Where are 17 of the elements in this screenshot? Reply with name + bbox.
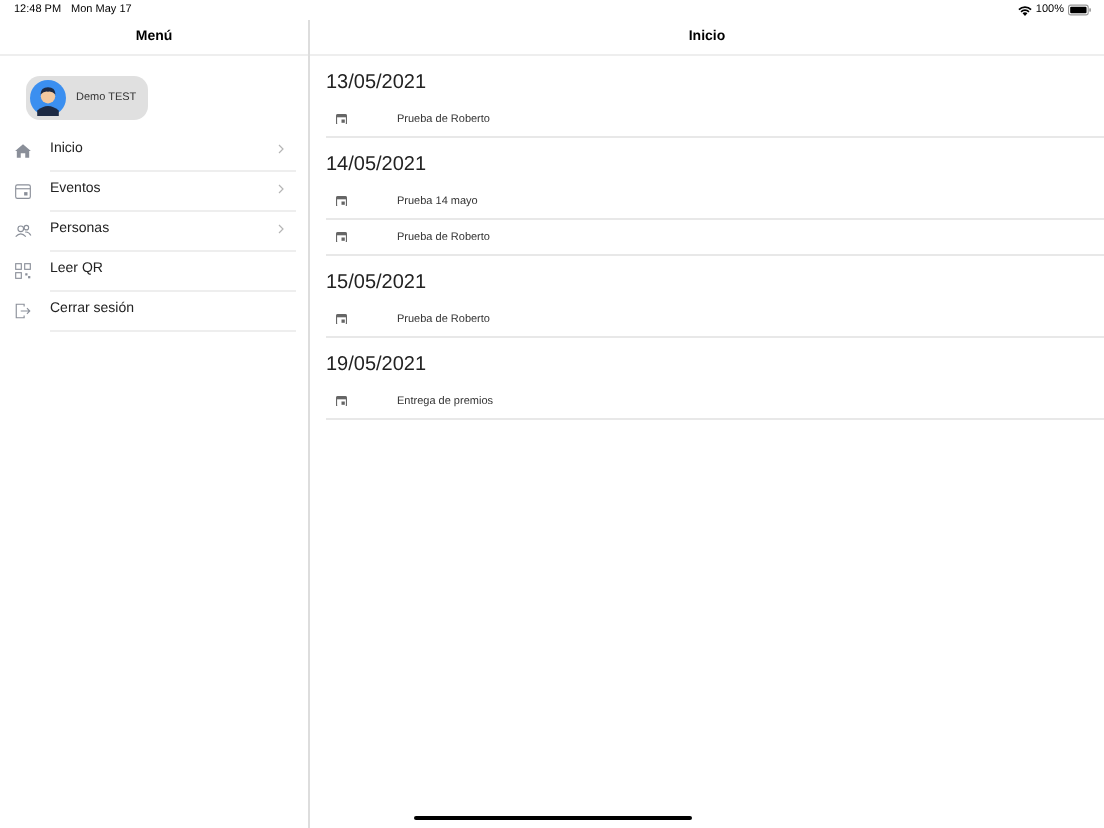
- people-icon: [14, 221, 32, 239]
- qr-code-icon: [14, 261, 32, 279]
- calendar-icon: [336, 231, 347, 243]
- battery-icon: [1068, 4, 1092, 16]
- date-header: 14/05/2021: [324, 152, 429, 180]
- calendar-icon: [336, 313, 347, 325]
- date-header: 13/05/2021: [324, 70, 429, 98]
- wifi-icon: [1017, 5, 1032, 15]
- date-header: 15/05/2021: [324, 270, 429, 298]
- avatar-icon: [30, 80, 66, 116]
- logout-icon: [14, 301, 32, 319]
- house-icon: [14, 141, 32, 159]
- date-header: 19/05/2021: [324, 352, 429, 380]
- calendar-icon: [336, 195, 347, 207]
- calendar-icon: [336, 395, 347, 407]
- calendar-icon: [14, 181, 32, 199]
- calendar-icon: [336, 113, 347, 125]
